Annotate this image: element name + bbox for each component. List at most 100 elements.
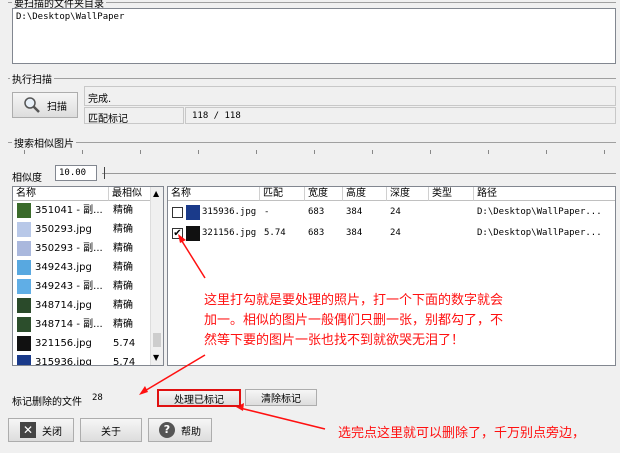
process-marked-button[interactable]: 处理已标记 xyxy=(157,389,241,407)
right-header-width[interactable]: 宽度 xyxy=(305,187,343,201)
list-item-sim: 精确 xyxy=(113,262,133,273)
thumbnail xyxy=(17,241,31,256)
scan-group-line xyxy=(8,78,616,79)
list-item[interactable]: 348714 - 副... 精确 xyxy=(13,315,151,334)
right-header-match[interactable]: 匹配 xyxy=(260,187,305,201)
right-header-height[interactable]: 高度 xyxy=(343,187,387,201)
close-button[interactable]: ✕ 关闭 xyxy=(8,418,74,442)
thumbnail xyxy=(17,298,31,313)
list-item[interactable]: 348714.jpg 精确 xyxy=(13,296,151,315)
match-label-panel: 匹配标记 xyxy=(84,107,184,125)
left-header-name[interactable]: 名称 xyxy=(13,187,109,201)
status-text: 完成. xyxy=(88,94,112,105)
thumbnail xyxy=(17,203,31,218)
similarity-slider-track[interactable] xyxy=(102,173,616,174)
right-header-depth[interactable]: 深度 xyxy=(387,187,429,201)
left-image-list[interactable]: 名称 最相似 351041 - 副... 精确 350293.jpg 精确 3502… xyxy=(12,186,164,366)
clear-marks-button[interactable]: 清除标记 xyxy=(245,389,317,406)
list-item[interactable]: 349243 - 副... 精确 xyxy=(13,277,151,296)
thumbnail xyxy=(17,260,31,275)
table-row[interactable]: ✔ 321156.jpg 5.74 683 384 24 D:\Desktop\… xyxy=(168,224,615,243)
annotation-note-1-line-2: 加一。相似的图片一般偶们只删一张，别都勾了，不 xyxy=(204,313,504,328)
annotation-note-1: 这里打勾就是要处理的照片，打一个下面的数字就会 加一。相似的图片一般偶们只删一张… xyxy=(204,291,616,351)
list-item[interactable]: 315936.jpg 5.74 xyxy=(13,353,151,366)
list-item-sim: 精确 xyxy=(113,319,133,330)
marked-label: 标记删除的文件 xyxy=(12,397,82,408)
list-item-name: 348714 - 副... xyxy=(35,319,103,330)
row-width: 683 xyxy=(308,228,325,238)
scan-group-label: 执行扫描 xyxy=(10,71,54,86)
list-item[interactable]: 350293.jpg 精确 xyxy=(13,220,151,239)
left-list-scrollbar[interactable]: ▲ ▼ xyxy=(150,187,163,365)
folder-path-box[interactable]: D:\Desktop\WallPaper xyxy=(12,8,616,64)
row-height: 384 xyxy=(346,207,363,217)
list-item-name: 349243.jpg xyxy=(35,262,92,273)
thumbnail xyxy=(17,279,31,294)
right-header-type[interactable]: 类型 xyxy=(429,187,474,201)
table-row[interactable]: 315936.jpg - 683 384 24 D:\Desktop\WallP… xyxy=(168,203,615,222)
row-name: 315936.jpg xyxy=(202,207,257,217)
match-value: 118 / 118 xyxy=(192,111,241,121)
scrollbar-thumb[interactable] xyxy=(153,333,161,347)
thumbnail xyxy=(186,226,200,241)
row-type xyxy=(432,203,472,222)
list-item[interactable]: 321156.jpg 5.74 xyxy=(13,334,151,353)
help-button-label: 帮助 xyxy=(181,426,201,438)
left-header-sim[interactable]: 最相似 xyxy=(109,187,151,201)
list-item-sim: 精确 xyxy=(113,281,133,292)
right-rows: 315936.jpg - 683 384 24 D:\Desktop\WallP… xyxy=(168,203,615,253)
row-checkbox[interactable] xyxy=(172,207,183,218)
right-header-name[interactable]: 名称 xyxy=(168,187,260,201)
slider-ticks xyxy=(24,150,605,156)
row-width: 683 xyxy=(308,207,325,217)
help-icon: ? xyxy=(159,422,175,438)
row-type xyxy=(432,224,472,243)
scan-button[interactable]: 扫描 xyxy=(12,92,78,118)
similar-group-line xyxy=(8,142,616,143)
scroll-down-icon[interactable]: ▼ xyxy=(153,353,159,362)
row-name: 321156.jpg xyxy=(202,228,257,238)
row-match: 5.74 xyxy=(264,228,286,238)
list-item-sim: 精确 xyxy=(113,300,133,311)
annotation-note-1-line-1: 这里打勾就是要处理的照片，打一个下面的数字就会 xyxy=(204,293,504,308)
similarity-label: 相似度 xyxy=(12,173,42,184)
similar-group-label: 搜索相似图片 xyxy=(12,135,76,150)
close-button-label: 关闭 xyxy=(42,426,62,438)
scan-button-label: 扫描 xyxy=(47,101,67,113)
arrow-to-process xyxy=(239,407,326,430)
thumbnail xyxy=(17,317,31,332)
magnifier-icon xyxy=(24,97,40,113)
annotation-note-2: 选完点这里就可以删除了，千万别点旁边， xyxy=(338,426,586,441)
list-item-name: 315936.jpg xyxy=(35,357,92,366)
list-item[interactable]: 349243.jpg 精确 xyxy=(13,258,151,277)
list-item-name: 348714.jpg xyxy=(35,300,92,311)
help-button[interactable]: ? 帮助 xyxy=(148,418,212,442)
arrow-head-count xyxy=(139,386,148,395)
list-item[interactable]: 350293 - 副... 精确 xyxy=(13,239,151,258)
similarity-input[interactable]: 10.00 xyxy=(55,165,97,181)
scroll-up-icon[interactable]: ▲ xyxy=(153,189,159,198)
list-item-sim: 5.74 xyxy=(113,338,136,349)
right-header-path[interactable]: 路径 xyxy=(474,187,615,201)
marked-count: 28 xyxy=(92,393,103,403)
row-path: D:\Desktop\WallPaper... xyxy=(477,228,602,238)
list-item-name: 349243 - 副... xyxy=(35,281,103,292)
list-item-sim: 5.74 xyxy=(113,357,136,366)
match-value-panel: 118 / 118 xyxy=(185,107,616,124)
thumbnail xyxy=(17,222,31,237)
row-match: - xyxy=(264,207,270,217)
list-item-name: 350293 - 副... xyxy=(35,243,103,254)
row-checkbox[interactable]: ✔ xyxy=(172,228,183,239)
left-rows: 351041 - 副... 精确 350293.jpg 精确 350293 - 副.… xyxy=(13,201,151,366)
annotation-note-1-line-3: 然等下要的图片一张也找不到就欲哭无泪了！ xyxy=(204,333,465,348)
about-button[interactable]: 关于 xyxy=(80,418,142,442)
row-depth: 24 xyxy=(390,228,401,238)
thumbnail xyxy=(17,336,31,351)
row-height: 384 xyxy=(346,228,363,238)
list-item-sim: 精确 xyxy=(113,224,133,235)
status-panel: 完成. xyxy=(84,86,616,106)
similarity-slider-thumb[interactable] xyxy=(104,167,105,179)
list-item[interactable]: 351041 - 副... 精确 xyxy=(13,201,151,220)
list-item-name: 321156.jpg xyxy=(35,338,92,349)
close-icon: ✕ xyxy=(20,422,36,438)
